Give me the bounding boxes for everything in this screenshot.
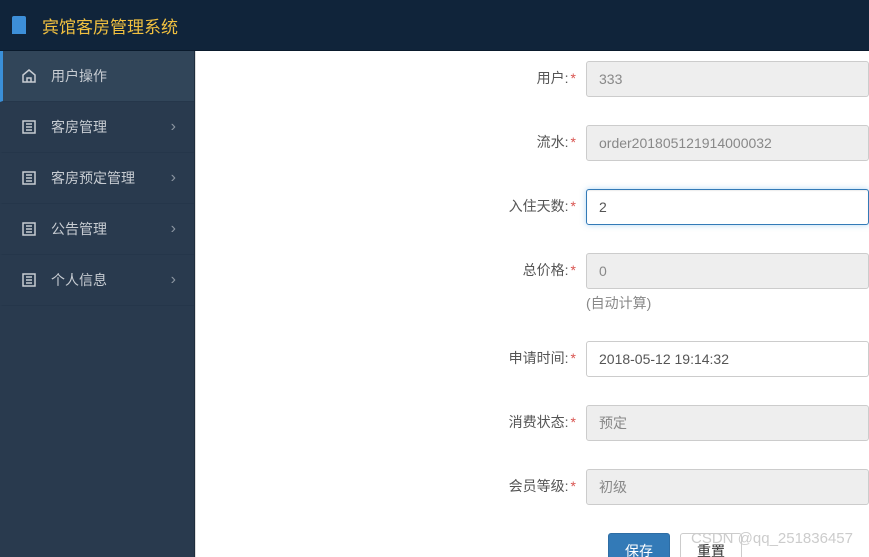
- list-icon: [21, 221, 37, 237]
- chevron-right-icon: ›: [171, 169, 176, 187]
- chevron-right-icon: ›: [171, 271, 176, 289]
- form-row-days: 入住天数:*: [196, 189, 869, 225]
- days-label: 入住天数:*: [196, 189, 586, 216]
- sidebar-item-label: 用户操作: [51, 66, 107, 86]
- list-icon: [21, 272, 37, 288]
- total-helper: (自动计算): [586, 293, 869, 313]
- serial-input: [586, 125, 869, 161]
- sidebar-item-label: 公告管理: [51, 219, 107, 239]
- user-input: [586, 61, 869, 97]
- home-icon: [21, 68, 37, 84]
- days-input[interactable]: [586, 189, 869, 225]
- sidebar-item-profile[interactable]: 个人信息 ›: [0, 255, 194, 306]
- required-mark: *: [571, 350, 576, 366]
- app-title: 宾馆客房管理系统: [42, 13, 178, 38]
- form: 用户:* 流水:* 入住天数:* 总价格:*: [196, 51, 869, 557]
- app-header: 宾馆客房管理系统: [0, 0, 869, 51]
- list-icon: [21, 170, 37, 186]
- serial-label: 流水:*: [196, 125, 586, 152]
- main-content: 用户:* 流水:* 入住天数:* 总价格:*: [195, 51, 869, 557]
- status-label: 消费状态:*: [196, 405, 586, 432]
- folder-icon: [12, 16, 26, 34]
- chevron-right-icon: ›: [171, 220, 176, 238]
- sidebar-item-booking-manage[interactable]: 客房预定管理 ›: [0, 153, 194, 204]
- sidebar: 用户操作 客房管理 › 客房预定管理 › 公告管理 ›: [0, 51, 195, 557]
- sidebar-item-user-operations[interactable]: 用户操作: [0, 51, 194, 102]
- required-mark: *: [571, 70, 576, 86]
- sidebar-item-room-manage[interactable]: 客房管理 ›: [0, 102, 194, 153]
- required-mark: *: [571, 198, 576, 214]
- status-input: [586, 405, 869, 441]
- save-button[interactable]: 保存: [608, 533, 670, 557]
- form-row-total: 总价格:* (自动计算): [196, 253, 869, 313]
- sidebar-item-label: 客房管理: [51, 117, 107, 137]
- sidebar-item-notice-manage[interactable]: 公告管理 ›: [0, 204, 194, 255]
- form-row-status: 消费状态:*: [196, 405, 869, 441]
- level-label: 会员等级:*: [196, 469, 586, 496]
- form-row-user: 用户:*: [196, 61, 869, 97]
- applytime-label: 申请时间:*: [196, 341, 586, 368]
- watermark: CSDN @qq_251836457: [691, 530, 853, 547]
- chevron-right-icon: ›: [171, 118, 176, 136]
- list-icon: [21, 119, 37, 135]
- required-mark: *: [571, 478, 576, 494]
- form-row-level: 会员等级:*: [196, 469, 869, 505]
- form-row-serial: 流水:*: [196, 125, 869, 161]
- required-mark: *: [571, 414, 576, 430]
- required-mark: *: [571, 262, 576, 278]
- total-input: [586, 253, 869, 289]
- total-label: 总价格:*: [196, 253, 586, 280]
- sidebar-item-label: 个人信息: [51, 270, 107, 290]
- required-mark: *: [571, 134, 576, 150]
- applytime-input[interactable]: [586, 341, 869, 377]
- level-input: [586, 469, 869, 505]
- sidebar-item-label: 客房预定管理: [51, 168, 135, 188]
- user-label: 用户:*: [196, 61, 586, 88]
- form-row-applytime: 申请时间:*: [196, 341, 869, 377]
